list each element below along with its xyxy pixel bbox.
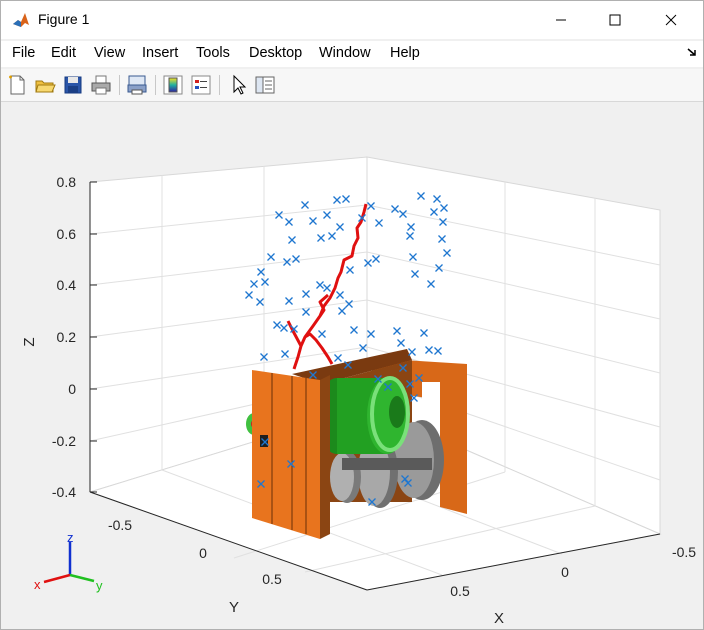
matlab-logo-icon [12,11,30,29]
z-tick-label: -0.4 [52,484,76,500]
minimize-icon [556,19,566,21]
menu-insert[interactable]: Insert [142,45,178,61]
front-frame-plate [252,370,320,539]
y-tick-label: 0 [199,545,207,561]
y-axis-label: Y [229,599,239,616]
close-icon [665,14,677,26]
z-tick-label: 0.2 [57,329,77,345]
shaft [342,458,432,470]
menu-edit[interactable]: Edit [51,45,76,61]
z-tick-label: 0.6 [57,226,77,242]
y-tick-label: -0.5 [108,517,132,533]
front-frame-edge [320,375,330,539]
menu-desktop[interactable]: Desktop [249,45,302,61]
property-inspector-icon[interactable] [253,73,277,97]
maximize-button[interactable] [588,1,642,39]
edit-plot-arrow-icon[interactable] [227,73,251,97]
print-preview-icon[interactable] [125,73,149,97]
figure-toolbar [1,69,703,102]
triad-y-label: y [96,578,103,593]
toolbar-separator [219,75,220,95]
triad-z-label: z [67,530,74,545]
axes-triad: z x y [34,530,103,593]
y-tick-label: 0.5 [262,571,282,587]
new-figure-icon[interactable] [5,73,29,97]
triad-x-label: x [34,577,41,592]
minimize-button[interactable] [534,1,588,39]
triad-y-line [69,573,95,583]
maximize-icon [609,14,621,26]
figure-window: Figure 1 File Edit View Insert Tools Des… [0,0,704,630]
legend-icon[interactable] [189,73,213,97]
z-tick-label: -0.2 [52,433,76,449]
toolbar-separator [119,75,120,95]
figure-canvas[interactable]: 0.8 0.6 0.4 0.2 0 -0.2 -0.4 Z -0.5 0 0.5… [2,102,702,629]
menu-bar: File Edit View Insert Tools Desktop Wind… [1,41,703,67]
menu-view[interactable]: View [94,45,125,61]
triad-x-line [43,573,71,584]
open-file-icon[interactable] [33,73,57,97]
gear-hub [389,396,405,428]
z-axis-label: Z [21,337,38,346]
x-tick-label: -0.5 [672,544,696,560]
close-button[interactable] [644,1,698,39]
x-tick-label: 0 [561,564,569,580]
x-tick-label: 0.5 [450,583,470,599]
menu-file[interactable]: File [12,45,35,61]
toolbar-separator [155,75,156,95]
z-tick-label: 0 [68,381,76,397]
window-title: Figure 1 [38,11,90,27]
menu-tools[interactable]: Tools [196,45,230,61]
z-tick-label: 0.4 [57,277,77,293]
z-tick-label: 0.8 [57,174,77,190]
menu-window[interactable]: Window [319,45,371,61]
x-axis-label: X [494,610,504,627]
save-icon[interactable] [61,73,85,97]
title-bar: Figure 1 [1,1,703,39]
back-frame-window [422,382,440,412]
colorbar-icon[interactable] [161,73,185,97]
menu-help[interactable]: Help [390,45,420,61]
z-tick-labels: 0.8 0.6 0.4 0.2 0 -0.2 -0.4 [52,174,76,500]
dock-arrow-icon[interactable] [687,47,697,57]
print-icon[interactable] [89,73,113,97]
